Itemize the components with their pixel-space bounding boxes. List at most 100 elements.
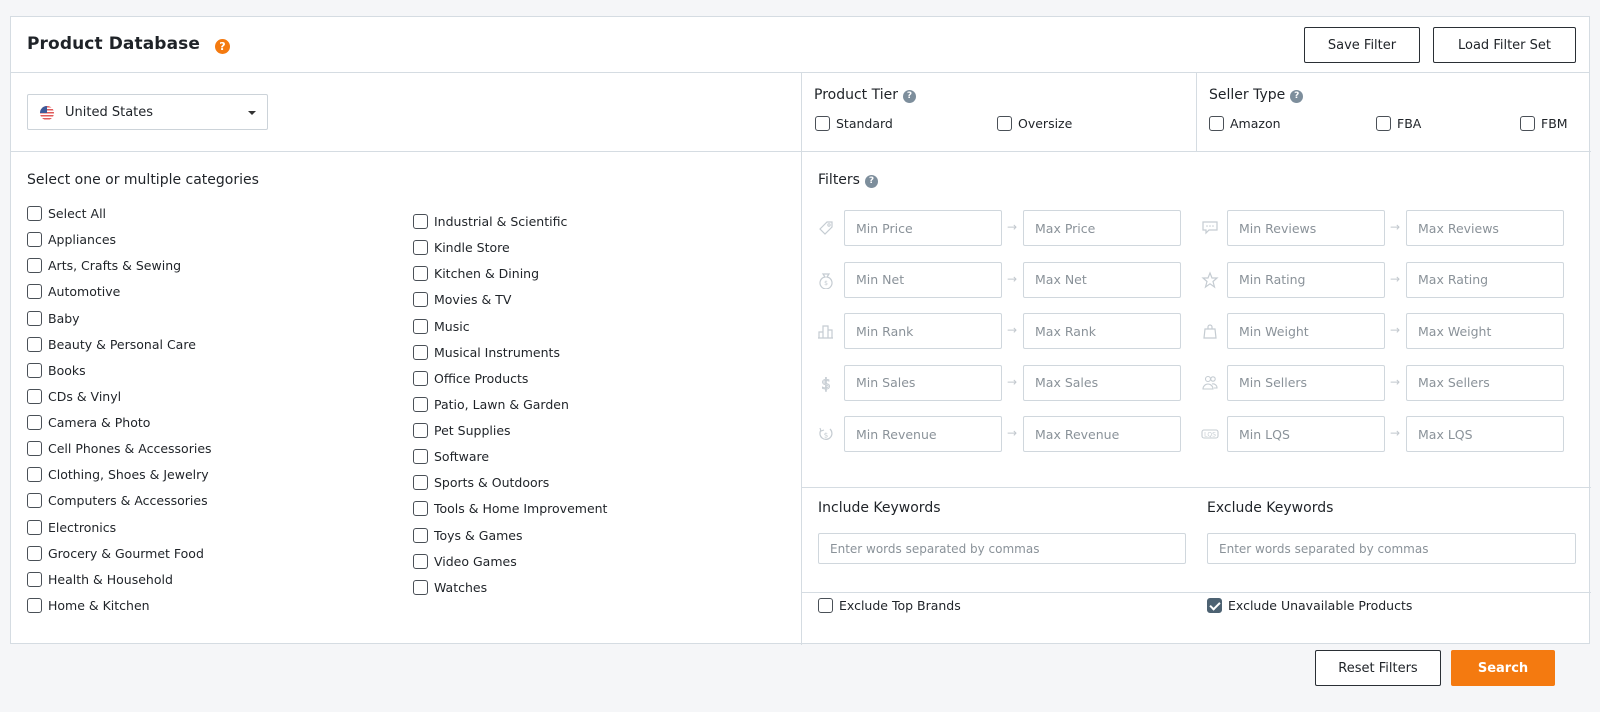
category-clothing-shoes-and-jewelry[interactable]: Clothing, Shoes & Jewelry xyxy=(27,467,209,483)
category-appliances[interactable]: Appliances xyxy=(27,232,116,248)
min-rank-input[interactable] xyxy=(844,313,1002,349)
category-computers-and-accessories[interactable]: Computers & Accessories xyxy=(27,493,208,509)
category-home-and-kitchen[interactable]: Home & Kitchen xyxy=(27,597,150,613)
max-net-input[interactable] xyxy=(1023,261,1181,298)
max-lqs-input[interactable] xyxy=(1406,416,1564,452)
help-icon[interactable]: ? xyxy=(864,175,878,188)
category-cell-phones-and-accessories[interactable]: Cell Phones & Accessories xyxy=(27,441,212,457)
max-sales-input[interactable] xyxy=(1023,364,1181,401)
checkbox[interactable] xyxy=(27,545,42,561)
category-sports-and-outdoors[interactable]: Sports & Outdoors xyxy=(413,475,549,491)
category-camera-and-photo[interactable]: Camera & Photo xyxy=(27,415,150,431)
country-select[interactable]: United States xyxy=(27,94,268,130)
checkbox[interactable] xyxy=(413,396,428,412)
category-automotive[interactable]: Automotive xyxy=(27,284,120,300)
checkbox[interactable] xyxy=(413,214,428,229)
category-health-and-household[interactable]: Health & Household xyxy=(27,571,173,587)
category-software[interactable]: Software xyxy=(413,449,489,465)
category-cds-and-vinyl[interactable]: CDs & Vinyl xyxy=(27,388,121,404)
reset-filters-button[interactable]: Reset Filters xyxy=(1315,650,1441,686)
category-beauty-and-personal-care[interactable]: Beauty & Personal Care xyxy=(27,336,196,352)
min-reviews-input[interactable] xyxy=(1227,210,1385,246)
max-rank-input[interactable] xyxy=(1023,313,1181,349)
checkbox[interactable] xyxy=(27,597,42,613)
category-office-products[interactable]: Office Products xyxy=(413,370,528,386)
checkbox[interactable] xyxy=(27,519,42,535)
min-sellers-input[interactable] xyxy=(1227,364,1385,401)
min-price-input[interactable] xyxy=(844,210,1002,246)
category-music[interactable]: Music xyxy=(413,318,470,334)
category-books[interactable]: Books xyxy=(27,362,86,378)
checkbox[interactable] xyxy=(27,467,42,483)
checkbox[interactable] xyxy=(413,553,428,569)
checkbox[interactable] xyxy=(413,292,428,308)
checkbox[interactable] xyxy=(413,475,428,491)
checkbox-fbm[interactable]: FBM xyxy=(1520,116,1568,131)
category-pet-supplies[interactable]: Pet Supplies xyxy=(413,423,511,439)
load-filter-set-button[interactable]: Load Filter Set xyxy=(1433,27,1576,63)
checkbox[interactable] xyxy=(413,370,428,386)
category-movies-and-tv[interactable]: Movies & TV xyxy=(413,292,511,308)
category-arts-crafts-and-sewing[interactable]: Arts, Crafts & Sewing xyxy=(27,258,181,274)
checkbox[interactable] xyxy=(27,310,42,326)
category-baby[interactable]: Baby xyxy=(27,310,80,326)
category-grocery-and-gourmet-food[interactable]: Grocery & Gourmet Food xyxy=(27,545,204,561)
category-select-all[interactable]: Select All xyxy=(27,206,106,221)
checkbox[interactable] xyxy=(413,579,428,595)
checkbox[interactable] xyxy=(413,266,428,282)
include-keywords-input[interactable] xyxy=(818,533,1186,564)
checkbox[interactable] xyxy=(27,362,42,378)
checkbox[interactable] xyxy=(27,571,42,587)
exclude-unavailable-products-checkbox[interactable]: Exclude Unavailable Products xyxy=(1207,598,1412,613)
max-rating-input[interactable] xyxy=(1406,261,1564,298)
checkbox[interactable] xyxy=(815,116,830,131)
search-button[interactable]: Search xyxy=(1451,650,1555,686)
checkbox[interactable] xyxy=(27,415,42,431)
checkbox[interactable] xyxy=(413,449,428,465)
checkbox[interactable] xyxy=(27,206,42,221)
checkbox-amazon[interactable]: Amazon xyxy=(1209,116,1281,131)
min-weight-input[interactable] xyxy=(1227,313,1385,349)
checkbox[interactable] xyxy=(27,258,42,274)
exclude-keywords-input[interactable] xyxy=(1207,533,1576,564)
checkbox[interactable] xyxy=(1376,116,1391,131)
max-sellers-input[interactable] xyxy=(1406,364,1564,401)
min-sales-input[interactable] xyxy=(844,364,1002,401)
max-reviews-input[interactable] xyxy=(1406,210,1564,246)
category-patio-lawn-and-garden[interactable]: Patio, Lawn & Garden xyxy=(413,396,569,412)
checkbox[interactable] xyxy=(413,344,428,360)
category-toys-and-games[interactable]: Toys & Games xyxy=(413,527,523,543)
category-tools-and-home-improvement[interactable]: Tools & Home Improvement xyxy=(413,501,607,517)
max-weight-input[interactable] xyxy=(1406,313,1564,349)
checkbox-standard[interactable]: Standard xyxy=(815,116,893,131)
category-kindle-store[interactable]: Kindle Store xyxy=(413,240,510,256)
exclude-top-brands-checkbox[interactable]: Exclude Top Brands xyxy=(818,598,961,613)
help-icon[interactable]: ? xyxy=(1290,90,1304,103)
category-kitchen-and-dining[interactable]: Kitchen & Dining xyxy=(413,266,539,282)
checkbox[interactable] xyxy=(27,232,42,248)
category-video-games[interactable]: Video Games xyxy=(413,553,517,569)
checkbox[interactable] xyxy=(27,441,42,457)
checkbox[interactable] xyxy=(1520,116,1535,131)
checkbox[interactable] xyxy=(413,318,428,334)
checkbox[interactable] xyxy=(27,336,42,352)
checkbox[interactable] xyxy=(413,501,428,517)
checkbox[interactable] xyxy=(27,388,42,404)
save-filter-button[interactable]: Save Filter xyxy=(1304,27,1420,63)
min-revenue-input[interactable] xyxy=(844,416,1002,452)
checkbox[interactable] xyxy=(413,423,428,439)
checkbox[interactable] xyxy=(27,493,42,509)
max-price-input[interactable] xyxy=(1023,210,1181,246)
category-musical-instruments[interactable]: Musical Instruments xyxy=(413,344,560,360)
checkbox[interactable] xyxy=(27,284,42,300)
checkbox-fba[interactable]: FBA xyxy=(1376,116,1421,131)
checkbox[interactable] xyxy=(413,527,428,543)
checkbox-checked[interactable] xyxy=(1207,598,1222,613)
checkbox[interactable] xyxy=(1209,116,1224,131)
category-electronics[interactable]: Electronics xyxy=(27,519,116,535)
min-net-input[interactable] xyxy=(844,261,1002,298)
help-icon[interactable]: ? xyxy=(903,90,916,103)
category-industrial-and-scientific[interactable]: Industrial & Scientific xyxy=(413,214,567,229)
checkbox[interactable] xyxy=(997,116,1012,131)
min-rating-input[interactable] xyxy=(1227,261,1385,298)
